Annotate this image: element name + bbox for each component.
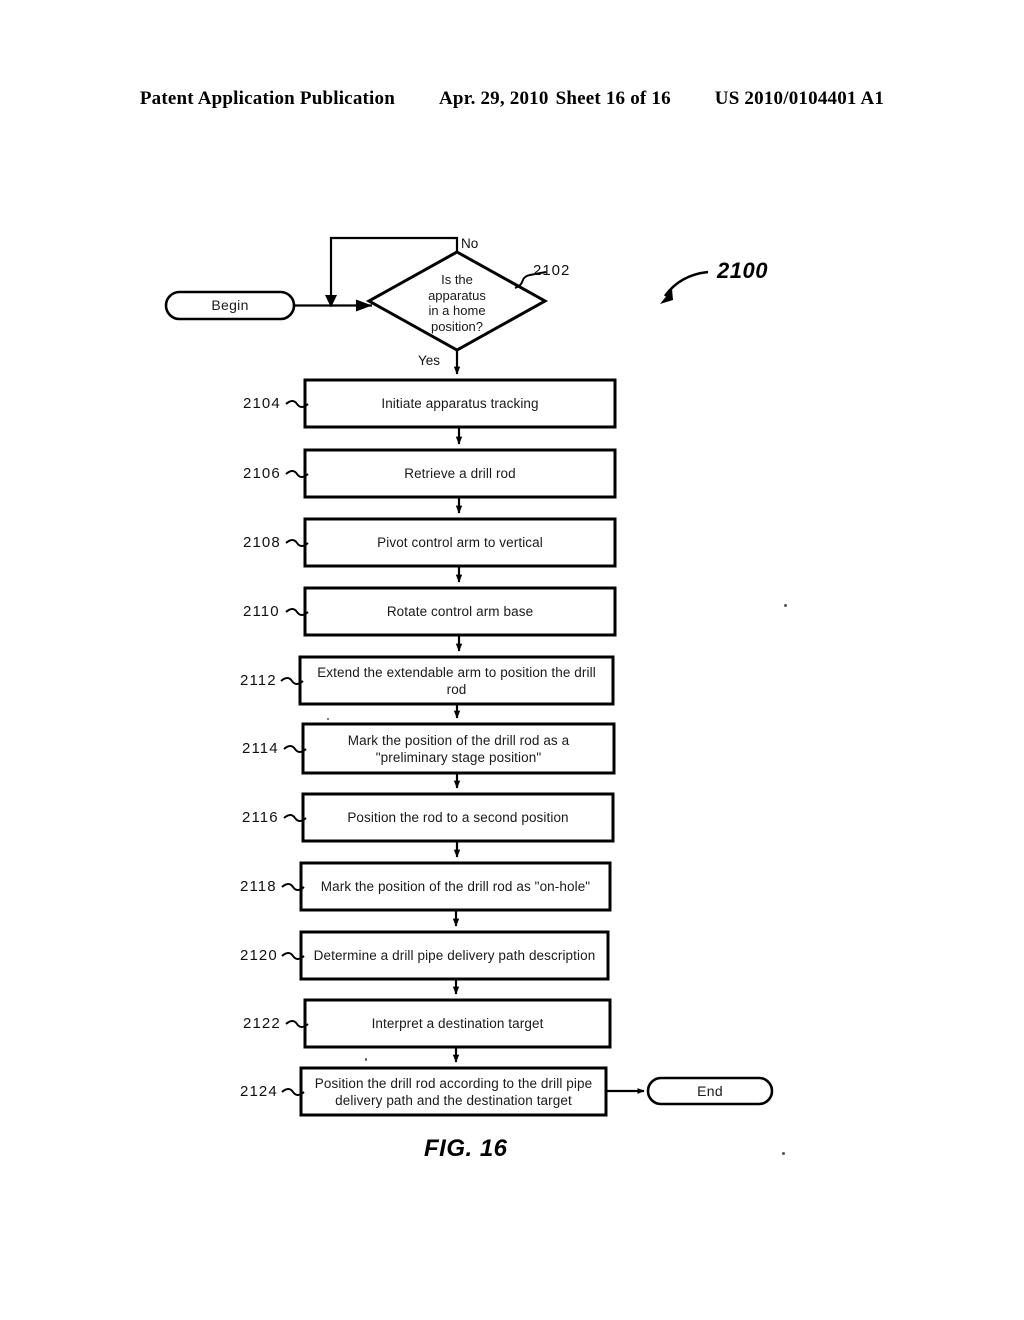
scan-speck bbox=[365, 1058, 367, 1061]
decision-text-block: Is the apparatus in a home position? bbox=[397, 272, 517, 334]
step-ref-2116: 2116 bbox=[242, 809, 279, 826]
decision-line-4: position? bbox=[430, 318, 484, 334]
step-box-2118 bbox=[299, 861, 612, 912]
step-box-2124 bbox=[299, 1066, 608, 1117]
step-box-2110 bbox=[303, 586, 617, 637]
step-box-2120 bbox=[299, 930, 610, 981]
scan-speck bbox=[327, 718, 329, 720]
step-box-2106 bbox=[303, 448, 617, 499]
figure-caption: FIG. 16 bbox=[424, 1135, 508, 1162]
step-ref-2124: 2124 bbox=[240, 1083, 278, 1100]
scan-speck bbox=[784, 604, 787, 607]
step-ref-2110: 2110 bbox=[243, 603, 280, 620]
end-terminal-shape bbox=[646, 1076, 774, 1106]
step-ref-2104: 2104 bbox=[243, 395, 281, 412]
begin-terminal-shape bbox=[164, 290, 296, 321]
step-box-2122 bbox=[303, 998, 612, 1049]
step-ref-2114: 2114 bbox=[242, 740, 279, 757]
scan-speck bbox=[782, 1152, 785, 1155]
step-ref-2120: 2120 bbox=[240, 947, 278, 964]
figure-ref-2100: 2100 bbox=[717, 258, 768, 283]
step-box-2114 bbox=[301, 722, 616, 775]
step-box-2112 bbox=[298, 655, 615, 706]
step-box-2116 bbox=[301, 792, 615, 843]
step-ref-2108: 2108 bbox=[243, 534, 281, 551]
decision-line-2: apparatus bbox=[428, 287, 486, 303]
decision-line-1: Is the bbox=[441, 272, 473, 287]
step-ref-2122: 2122 bbox=[243, 1015, 281, 1032]
decision-ref-2102: 2102 bbox=[533, 262, 571, 279]
step-ref-2106: 2106 bbox=[243, 465, 281, 482]
decision-line-3: in a home bbox=[428, 303, 486, 318]
flowchart-vector-layer bbox=[164, 236, 774, 1117]
figure-16-flowchart: Begin End Is the apparatus in a home pos… bbox=[0, 0, 1024, 1320]
decision-no-label: No bbox=[461, 236, 479, 251]
step-ref-2112: 2112 bbox=[240, 672, 277, 689]
decision-yes-label: Yes bbox=[418, 353, 441, 368]
step-box-2108 bbox=[303, 517, 617, 568]
step-ref-2118: 2118 bbox=[240, 878, 277, 895]
step-box-2104 bbox=[303, 378, 617, 429]
